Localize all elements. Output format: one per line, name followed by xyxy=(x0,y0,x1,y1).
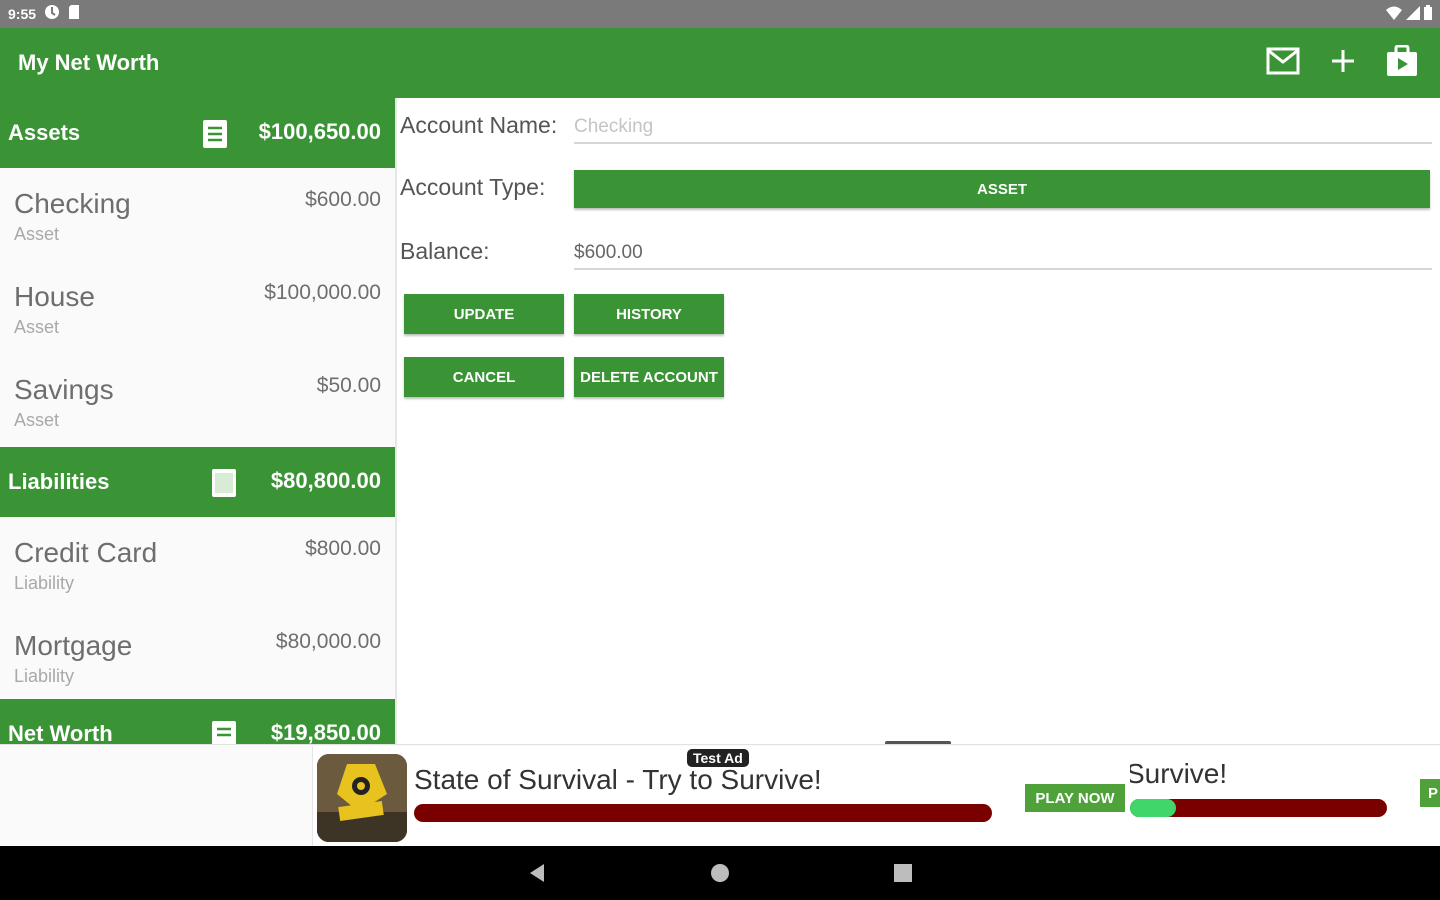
account-type-selector[interactable]: ASSET xyxy=(574,170,1430,208)
ad-progress-bar xyxy=(414,804,992,822)
account-type: Liability xyxy=(14,666,75,686)
account-balance: $50.00 xyxy=(316,374,381,397)
assets-header[interactable]: Assets $100,650.00 xyxy=(0,98,395,168)
net-worth-total: $19,850.00 xyxy=(270,720,381,744)
liabilities-header[interactable]: Liabilities $80,800.00 xyxy=(0,447,395,517)
play-now-button[interactable]: PLAY NOW xyxy=(1025,784,1125,812)
mail-icon[interactable] xyxy=(1266,47,1300,80)
assets-header-label: Assets xyxy=(8,120,81,145)
account-row-savings[interactable]: Savings Asset $50.00 xyxy=(0,354,395,447)
balance-label: Balance: xyxy=(400,238,490,264)
status-time: 9:55 xyxy=(8,6,37,22)
account-type: Asset xyxy=(14,317,60,337)
home-icon[interactable] xyxy=(710,863,730,888)
account-balance: $600.00 xyxy=(305,188,381,211)
wifi-icon xyxy=(1386,6,1402,25)
account-name: Checking xyxy=(14,188,131,219)
update-button[interactable]: UPDATE xyxy=(404,294,564,334)
ad-title: State of Survival - Try to Survive! xyxy=(414,764,822,795)
assets-report-icon[interactable] xyxy=(203,120,227,153)
liabilities-total: $80,800.00 xyxy=(270,468,381,493)
account-row-checking[interactable]: Checking Asset $600.00 xyxy=(0,168,395,261)
app-bar: My Net Worth xyxy=(0,28,1440,98)
signal-icon xyxy=(1406,5,1420,25)
app-bar-actions xyxy=(1266,44,1418,82)
sd-card-icon xyxy=(68,4,80,25)
account-type: Liability xyxy=(14,573,75,593)
account-balance: $100,000.00 xyxy=(264,281,381,304)
history-button[interactable]: HISTORY xyxy=(574,294,724,334)
account-name-placeholder: Checking xyxy=(574,116,654,137)
accounts-list: Assets $100,650.00 Checking Asset $600.0… xyxy=(0,98,397,744)
account-type-label: Account Type: xyxy=(400,174,546,200)
net-worth-header[interactable]: Net Worth $19,850.00 xyxy=(0,699,395,744)
account-name: House xyxy=(14,281,95,312)
account-name: Mortgage xyxy=(14,630,133,661)
assets-total: $100,650.00 xyxy=(258,119,381,144)
account-row-credit-card[interactable]: Credit Card Liability $800.00 xyxy=(0,517,395,610)
balance-value: $600.00 xyxy=(574,242,643,263)
account-type-value: ASSET xyxy=(976,180,1027,198)
liabilities-report-icon[interactable] xyxy=(212,469,236,502)
recents-icon[interactable] xyxy=(893,863,913,888)
account-type: Asset xyxy=(14,224,60,244)
system-nav-bar xyxy=(0,846,1440,900)
ad-next-progress-fill xyxy=(1130,799,1176,817)
account-row-house[interactable]: House Asset $100,000.00 xyxy=(0,261,395,354)
account-name: Credit Card xyxy=(14,537,158,568)
net-worth-report-icon[interactable] xyxy=(212,721,236,744)
cancel-button[interactable]: CANCEL xyxy=(404,357,564,397)
net-worth-label: Net Worth xyxy=(8,721,113,744)
ad-card[interactable]: Test Ad State of Survival - Try to Survi… xyxy=(312,746,1131,846)
account-name: Savings xyxy=(14,374,114,405)
add-icon[interactable] xyxy=(1330,48,1356,79)
back-icon[interactable] xyxy=(528,863,548,888)
export-icon[interactable] xyxy=(1386,44,1418,82)
account-type: Asset xyxy=(14,410,60,430)
ad-card-next[interactable]: Survive! P xyxy=(1130,746,1440,846)
account-name-input[interactable]: Checking xyxy=(574,108,1432,144)
account-edit-form: Account Name: Checking Account Type: ASS… xyxy=(400,98,1440,744)
status-right-icons xyxy=(1386,5,1432,25)
app-title: My Net Worth xyxy=(18,50,160,75)
battery-icon xyxy=(1424,5,1432,25)
ad-next-play-button[interactable]: P xyxy=(1420,779,1440,807)
delete-account-button[interactable]: DELETE ACCOUNT xyxy=(574,357,724,397)
app-notification-icon xyxy=(44,4,60,25)
balance-input[interactable]: $600.00 xyxy=(574,234,1432,270)
account-row-mortgage[interactable]: Mortgage Liability $80,000.00 xyxy=(0,610,395,703)
ad-banner: Test Ad State of Survival - Try to Survi… xyxy=(0,744,1440,847)
account-balance: $800.00 xyxy=(305,537,381,560)
liabilities-header-label: Liabilities xyxy=(8,469,110,494)
ad-game-thumbnail xyxy=(317,754,407,842)
status-bar: 9:55 xyxy=(0,0,1440,28)
account-balance: $80,000.00 xyxy=(275,630,381,653)
ad-next-title: Survive! xyxy=(1130,758,1228,789)
account-name-label: Account Name: xyxy=(400,112,558,138)
